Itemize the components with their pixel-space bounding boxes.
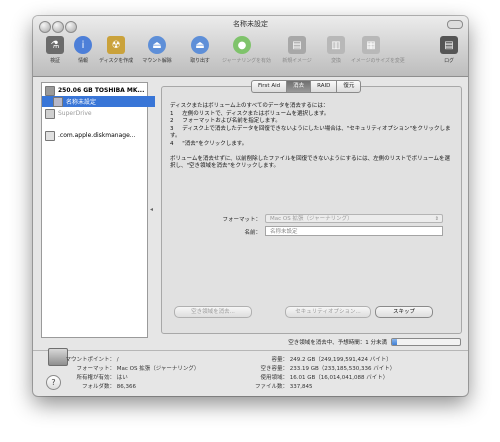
info-key: 使用領域： xyxy=(260,375,288,381)
tab-First Aid[interactable]: First Aid xyxy=(251,80,287,93)
tab-bar: First Aid 消去 RAID 復元 xyxy=(251,80,362,93)
info-key: 容量： xyxy=(271,357,288,363)
toolbar-label: マウント解除 xyxy=(142,58,172,64)
journal-icon: ● xyxy=(233,36,251,54)
toolbar-journal-button[interactable]: ● ジャーナリングを有効 xyxy=(222,36,271,72)
new-image-icon: ▤ xyxy=(288,36,306,54)
split-view-handle[interactable]: ◂ xyxy=(150,206,153,213)
disk-list-item-label: .com.apple.diskmanage... xyxy=(58,132,136,139)
info-value: Mac OS 拡張（ジャーナリング） xyxy=(115,366,200,372)
toolbar-label: ジャーナリングを有効 xyxy=(222,58,271,64)
erase-progress-label: 空き領域を消去中、予想時間：1 分未満 xyxy=(288,340,387,346)
info-key: マウントポイント： xyxy=(65,357,115,363)
disk-list-item[interactable]: .com.apple.diskmanage... xyxy=(42,130,147,141)
disk-list[interactable]: 250.06 GB TOSHIBA MK... 名称未設定 SuperDrive .c… xyxy=(41,82,155,338)
info-row: マウントポイント： / xyxy=(53,355,119,363)
skip-button[interactable]: スキップ xyxy=(375,306,433,318)
disk-list-item[interactable]: 250.06 GB TOSHIBA MK... xyxy=(42,85,147,96)
erase-instructions: ディスクまたはボリューム上のすべてのデータを消去するには： 1 左側のリストで、… xyxy=(170,103,451,169)
info-value: はい xyxy=(115,375,128,381)
toolbar-new-image-button[interactable]: ▤ 新規イメージ xyxy=(277,36,317,72)
format-value: Mac OS 拡張（ジャーナリング） xyxy=(270,216,353,222)
info-row: ファイル数： 337,845 xyxy=(248,382,313,390)
disk-utility-window: 名称未設定 ⚗ 検証 i 情報 ☢ ディスクを作成 ⏏ マウント解除 ⏏ 取り出す ● ジャーナリング… xyxy=(33,16,468,396)
toolbar-label: イメージのサイズを変更 xyxy=(351,58,405,64)
disk-list-item[interactable]: SuperDrive xyxy=(42,108,147,119)
info-icon: i xyxy=(74,36,92,54)
disk-list-item-label: 名称未設定 xyxy=(66,99,97,106)
info-key: 空き容量： xyxy=(260,366,288,372)
info-value: 337,845 xyxy=(288,384,313,390)
title-bar: 名称未設定 ⚗ 検証 i 情報 ☢ ディスクを作成 ⏏ マウント解除 ⏏ 取り出す ● ジャーナリング… xyxy=(33,16,468,77)
info-value: 233.19 GB（233,185,530,336 バイト） xyxy=(288,366,396,372)
unmount-icon: ⏏ xyxy=(148,36,166,54)
optical-drive-icon xyxy=(45,108,55,119)
security-options-button[interactable]: セキュリティオプション... xyxy=(285,306,371,318)
toolbar-label: 新規イメージ xyxy=(282,58,312,64)
info-row: 容量： 249.2 GB（249,199,591,424 バイト） xyxy=(248,355,392,363)
erase-progress-bar xyxy=(391,338,461,346)
format-label: フォーマット： xyxy=(222,217,261,223)
toolbar-convert-button[interactable]: ▥ 変換 xyxy=(316,36,356,72)
toolbar-resize-image-button[interactable]: ▦ イメージのサイズを変更 xyxy=(351,36,405,72)
toolbar-burn-disc-button[interactable]: ☢ ディスクを作成 xyxy=(96,36,136,72)
help-button[interactable]: ? xyxy=(46,375,61,390)
microscope-icon: ⚗ xyxy=(46,36,64,54)
log-icon: ▤ xyxy=(440,36,458,54)
info-key: フォーマット： xyxy=(76,366,115,372)
info-value: 16.01 GB（16,014,041,088 バイト） xyxy=(288,375,389,381)
info-value: 249.2 GB（249,199,591,424 バイト） xyxy=(288,357,392,363)
erase-free-space-button[interactable]: 空き領域を消去... xyxy=(174,306,252,318)
window-title: 名称未設定 xyxy=(233,20,268,28)
toolbar-label: ログ xyxy=(444,58,454,64)
disk-list-item[interactable]: 名称未設定 xyxy=(42,96,155,107)
info-value: 86,366 xyxy=(115,384,136,390)
info-value: / xyxy=(115,357,119,363)
info-row: 空き容量： 233.19 GB（233,185,530,336 バイト） xyxy=(248,364,395,372)
name-field[interactable]: 名称未設定 xyxy=(265,226,443,236)
name-label: 名前： xyxy=(244,230,261,236)
info-row: 所有権が有効： はい xyxy=(53,373,128,381)
tab-復元[interactable]: 復元 xyxy=(336,80,362,93)
toolbar-label: 取り出す xyxy=(190,58,210,64)
info-row: 使用領域： 16.01 GB（16,014,041,088 バイト） xyxy=(248,373,388,381)
format-select[interactable]: Mac OS 拡張（ジャーナリング） ⇕ xyxy=(265,214,443,223)
disk-list-item-label: SuperDrive xyxy=(58,110,92,117)
tab-RAID[interactable]: RAID xyxy=(310,80,337,93)
toolbar-label: 変換 xyxy=(331,58,341,64)
resize-image-icon: ▦ xyxy=(362,36,380,54)
eject-icon: ⏏ xyxy=(191,36,209,54)
tab-消去[interactable]: 消去 xyxy=(286,80,311,93)
convert-icon: ▥ xyxy=(327,36,345,54)
volume-icon xyxy=(53,96,63,107)
info-key: 所有権が有効： xyxy=(76,375,115,381)
toolbar-label: ディスクを作成 xyxy=(99,58,133,64)
divider xyxy=(33,350,468,351)
info-key: フォルダ数： xyxy=(81,384,115,390)
burn-disc-icon: ☢ xyxy=(107,36,125,54)
progress-fill xyxy=(392,339,398,345)
disk-list-item-label: 250.06 GB TOSHIBA MK... xyxy=(58,87,145,94)
toolbar-unmount-button[interactable]: ⏏ マウント解除 xyxy=(137,36,177,72)
toolbar-log-button[interactable]: ▤ ログ xyxy=(429,36,468,72)
info-key: ファイル数： xyxy=(254,384,288,390)
toolbar-eject-button[interactable]: ⏏ 取り出す xyxy=(180,36,220,72)
info-row: フォーマット： Mac OS 拡張（ジャーナリング） xyxy=(53,364,199,372)
hard-drive-icon xyxy=(45,85,55,96)
toolbar-toggle-button[interactable] xyxy=(447,20,463,29)
volume-icon xyxy=(45,130,55,141)
chevron-updown-icon: ⇕ xyxy=(434,216,439,222)
info-row: フォルダ数： 86,366 xyxy=(53,382,136,390)
